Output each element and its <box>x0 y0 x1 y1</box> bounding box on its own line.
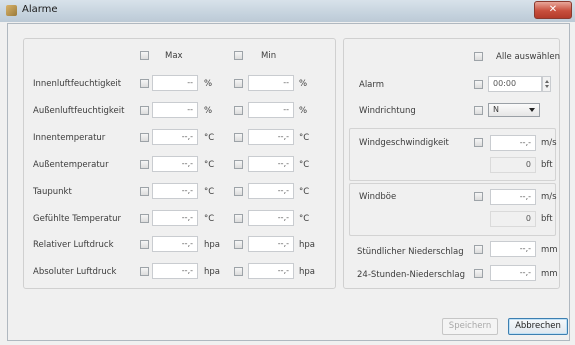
wind-speed-input[interactable]: --,- <box>490 135 536 151</box>
gust-input[interactable]: --,- <box>490 189 536 205</box>
min-unit: °C <box>299 160 310 170</box>
min-input[interactable]: --,- <box>248 156 294 172</box>
min-checkbox[interactable] <box>234 79 243 88</box>
rain-24h-checkbox[interactable] <box>474 269 483 278</box>
window-title: Alarme <box>22 4 58 15</box>
max-checkbox[interactable] <box>140 79 149 88</box>
alarm-dialog: Alarme ✕ Max Min Innenluftfeuchtigkeit --… <box>0 0 575 345</box>
min-checkbox[interactable] <box>234 106 243 115</box>
min-input[interactable]: --,- <box>248 263 294 279</box>
max-unit: % <box>204 106 213 116</box>
rain-hourly-checkbox[interactable] <box>474 245 483 254</box>
gust-label: Windböe <box>359 192 397 202</box>
wind-direction-value: N <box>493 105 499 114</box>
gust-bft-field: 0 <box>490 211 536 227</box>
gust-bft-unit: bft <box>541 214 553 224</box>
chevron-down-icon <box>529 108 535 112</box>
wind-speed-label: Windgeschwindigkeit <box>359 138 449 148</box>
max-unit: °C <box>204 187 215 197</box>
max-input[interactable]: -- <box>152 102 198 118</box>
max-unit: °C <box>204 160 215 170</box>
min-input[interactable]: --,- <box>248 183 294 199</box>
max-unit: % <box>204 79 213 89</box>
min-checkbox[interactable] <box>234 187 243 196</box>
min-checkbox[interactable] <box>234 133 243 142</box>
min-unit: °C <box>299 187 310 197</box>
min-unit: hpa <box>299 267 315 277</box>
max-unit: hpa <box>204 240 220 250</box>
rain-hourly-label: Stündlicher Niederschlag <box>357 247 464 257</box>
wind-speed-bft-field: 0 <box>490 157 536 173</box>
wind-direction-select[interactable]: N <box>488 103 540 117</box>
min-unit: % <box>299 106 308 116</box>
threshold-label: Relativer Luftdruck <box>33 240 114 250</box>
wind-direction-label: Windrichtung <box>359 106 416 116</box>
min-checkbox[interactable] <box>234 240 243 249</box>
alarm-time-input[interactable]: 00:00 <box>488 76 542 92</box>
alarm-time-spinner[interactable] <box>542 76 551 92</box>
max-unit: °C <box>204 133 215 143</box>
threshold-label: Außentemperatur <box>33 160 109 170</box>
max-checkbox[interactable] <box>140 160 149 169</box>
min-select-checkbox[interactable] <box>234 51 243 60</box>
max-input[interactable]: --,- <box>152 183 198 199</box>
rain-24h-input[interactable]: --,- <box>490 265 536 281</box>
col-min-label: Min <box>261 51 277 61</box>
max-checkbox[interactable] <box>140 187 149 196</box>
wind-speed-unit: m/s <box>541 138 557 148</box>
max-checkbox[interactable] <box>140 214 149 223</box>
min-unit: °C <box>299 214 310 224</box>
save-button[interactable]: Speichern <box>442 318 498 335</box>
rain-24h-unit: mm <box>541 269 558 279</box>
wind-speed-bft-unit: bft <box>541 160 553 170</box>
select-all-checkbox[interactable] <box>474 52 483 61</box>
min-input[interactable]: --,- <box>248 236 294 252</box>
col-max-label: Max <box>165 51 183 61</box>
app-icon <box>6 5 17 16</box>
threshold-label: Taupunkt <box>33 187 72 197</box>
max-checkbox[interactable] <box>140 240 149 249</box>
cancel-button[interactable]: Abbrechen <box>508 318 568 335</box>
max-input[interactable]: --,- <box>152 236 198 252</box>
threshold-label: Innentemperatur <box>33 133 106 143</box>
min-unit: hpa <box>299 240 315 250</box>
max-input[interactable]: -- <box>152 75 198 91</box>
select-all-label: Alle auswählen <box>496 52 561 62</box>
max-input[interactable]: --,- <box>152 156 198 172</box>
max-input[interactable]: --,- <box>152 129 198 145</box>
alarm-label: Alarm <box>359 80 385 90</box>
close-button[interactable]: ✕ <box>534 1 572 19</box>
min-input[interactable]: -- <box>248 102 294 118</box>
min-input[interactable]: --,- <box>248 129 294 145</box>
max-checkbox[interactable] <box>140 106 149 115</box>
min-unit: °C <box>299 133 310 143</box>
title-bar: Alarme ✕ <box>0 0 575 22</box>
min-unit: % <box>299 79 308 89</box>
max-unit: °C <box>204 214 215 224</box>
max-unit: hpa <box>204 267 220 277</box>
rain-hourly-unit: mm <box>541 245 558 255</box>
threshold-label: Außenluftfeuchtigkeit <box>33 106 125 116</box>
gust-checkbox[interactable] <box>474 192 483 201</box>
min-checkbox[interactable] <box>234 214 243 223</box>
alarm-checkbox[interactable] <box>474 80 483 89</box>
min-input[interactable]: -- <box>248 75 294 91</box>
threshold-label: Innenluftfeuchtigkeit <box>33 79 122 89</box>
wind-direction-checkbox[interactable] <box>474 106 483 115</box>
max-checkbox[interactable] <box>140 267 149 276</box>
threshold-label: Gefühlte Temperatur <box>33 214 122 224</box>
max-select-checkbox[interactable] <box>140 51 149 60</box>
max-input[interactable]: --,- <box>152 263 198 279</box>
rain-hourly-input[interactable]: --,- <box>490 241 536 257</box>
max-checkbox[interactable] <box>140 133 149 142</box>
min-checkbox[interactable] <box>234 267 243 276</box>
gust-unit: m/s <box>541 192 557 202</box>
min-input[interactable]: --,- <box>248 210 294 226</box>
rain-24h-label: 24-Stunden-Niederschlag <box>357 270 465 280</box>
min-checkbox[interactable] <box>234 160 243 169</box>
max-input[interactable]: --,- <box>152 210 198 226</box>
threshold-label: Absoluter Luftdruck <box>33 267 117 277</box>
wind-speed-checkbox[interactable] <box>474 138 483 147</box>
